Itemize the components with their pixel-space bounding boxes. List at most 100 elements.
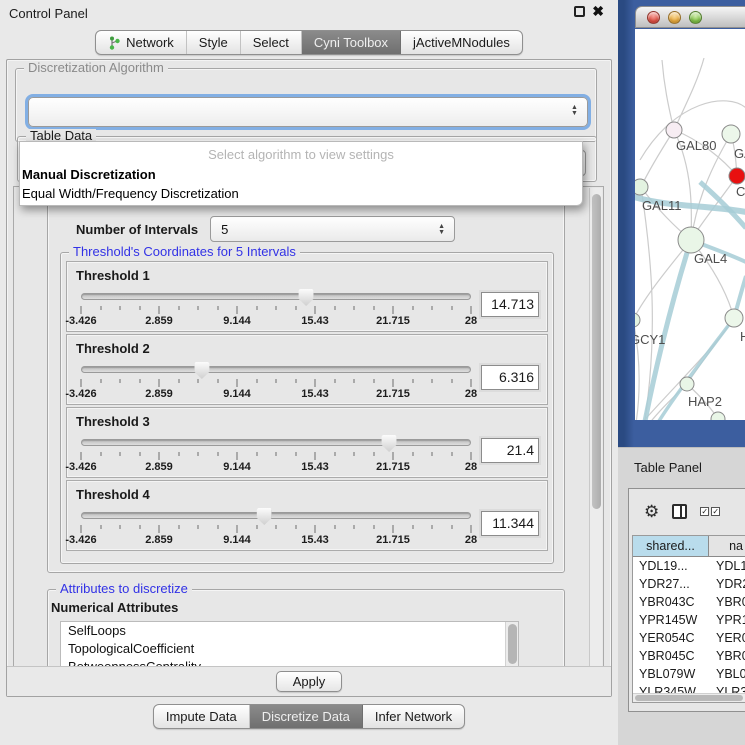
threshold-slider[interactable]: -3.4262.8599.14415.4321.71528	[81, 362, 471, 402]
threshold-label: Threshold 3	[76, 414, 547, 429]
HAP2-node[interactable]	[680, 377, 694, 391]
tick-label: 2.859	[145, 315, 173, 327]
float-window-icon[interactable]	[574, 6, 585, 17]
checkbox-icon[interactable]: ✓	[711, 507, 720, 516]
threshold-slider[interactable]: -3.4262.8599.14415.4321.71528	[81, 289, 471, 329]
right-side: GAL80GACGAL11GAL4GCY1HHAP2 Table Panel ⚙…	[618, 0, 745, 745]
bottom-tab-impute-data[interactable]: Impute Data	[154, 705, 250, 728]
slider-thumb[interactable]	[382, 435, 397, 452]
list-vertical-scrollbar[interactable]	[505, 622, 518, 669]
bottom-tab-infer-network[interactable]: Infer Network	[363, 705, 464, 728]
attribute-list-item[interactable]: SelfLoops	[61, 622, 518, 640]
numerical-attributes-list[interactable]: SelfLoopsTopologicalCoefficientBetweenne…	[60, 621, 519, 669]
threshold-slider[interactable]: -3.4262.8599.14415.4321.71528	[81, 508, 471, 548]
algorithm-popup-item[interactable]: Manual Discretization	[20, 165, 582, 184]
GCY1-node[interactable]	[626, 313, 640, 327]
table-row[interactable]: YLR345WYLR3	[633, 683, 745, 693]
threshold-label: Threshold 1	[76, 268, 547, 283]
network-edge[interactable]	[641, 130, 674, 187]
GAL80-node[interactable]	[666, 122, 682, 138]
tick-mark	[354, 452, 355, 456]
GAL11-node[interactable]	[632, 179, 648, 195]
slider-track[interactable]	[81, 439, 471, 446]
tick-label: 21.715	[376, 534, 410, 546]
tick-mark	[139, 452, 140, 456]
algorithm-popup-item[interactable]: Equal Width/Frequency Discretization	[20, 184, 582, 203]
table-row[interactable]: YER054CYER0	[633, 629, 745, 647]
GAL4-node[interactable]	[678, 227, 704, 253]
bottom-clipped-node[interactable]	[711, 412, 725, 426]
column-header-name[interactable]: na	[709, 536, 745, 556]
tick-mark	[159, 379, 160, 387]
table-row[interactable]: YPR145WYPR1	[633, 611, 745, 629]
numerical-attributes-label: Numerical Attributes	[51, 600, 564, 615]
threshold-value-field[interactable]: 11.344	[481, 511, 539, 536]
gear-icon[interactable]: ⚙	[644, 503, 659, 520]
bottom-tab-discretize-data[interactable]: Discretize Data	[250, 705, 363, 728]
network-edge[interactable]	[662, 60, 674, 130]
attribute-list-item[interactable]: TopologicalCoefficient	[61, 640, 518, 658]
checkbox-icon[interactable]: ✓	[700, 507, 709, 516]
slider-thumb[interactable]	[257, 508, 272, 525]
threshold-value-field[interactable]: 21.4	[481, 438, 539, 463]
clipped-top-right-node[interactable]	[722, 125, 740, 143]
tab-style[interactable]: Style	[187, 31, 241, 54]
tick-mark	[178, 379, 179, 383]
tab-select[interactable]: Select	[241, 31, 302, 54]
threshold-slider[interactable]: -3.4262.8599.14415.4321.71528	[81, 435, 471, 475]
table-row[interactable]: YBR043CYBR0	[633, 593, 745, 611]
table-row[interactable]: YBR045CYBR0	[633, 647, 745, 665]
tick-mark	[178, 306, 179, 310]
table-row[interactable]: YDL19...YDL1	[633, 557, 745, 575]
tick-mark	[139, 379, 140, 383]
algorithm-popup-placeholder: Select algorithm to view settings	[20, 145, 582, 165]
column-header-shared-name[interactable]: shared...	[633, 536, 709, 556]
tick-mark	[81, 379, 82, 387]
columns-icon[interactable]	[672, 504, 687, 519]
slider-track[interactable]	[81, 293, 471, 300]
algorithm-select[interactable]: ▲▼	[28, 97, 588, 127]
red-node[interactable]	[729, 168, 745, 184]
threshold-value-field[interactable]: 14.713	[481, 292, 539, 317]
tick-mark	[276, 452, 277, 456]
settings-vertical-scrollbar[interactable]	[589, 188, 602, 667]
slider-track[interactable]	[81, 512, 471, 519]
table-horizontal-scrollbar[interactable]	[633, 693, 745, 702]
tick-mark	[100, 452, 101, 456]
tick-label: 21.715	[376, 388, 410, 400]
tab-cyni-toolbox[interactable]: Cyni Toolbox	[302, 31, 401, 54]
tick-mark	[451, 525, 452, 529]
close-icon[interactable]: ✖	[592, 6, 604, 17]
H-node[interactable]	[725, 309, 743, 327]
tick-label: 9.144	[223, 315, 251, 327]
tick-mark	[178, 452, 179, 456]
tick-mark	[412, 525, 413, 529]
network-edge[interactable]	[634, 419, 718, 447]
network-edge[interactable]	[633, 240, 691, 320]
scrollbar-thumb[interactable]	[592, 194, 601, 509]
tab-label: Cyni Toolbox	[314, 35, 388, 50]
tick-mark	[81, 525, 82, 533]
tick-mark	[432, 452, 433, 456]
tab-network[interactable]: Network	[96, 31, 187, 54]
tick-label: 28	[465, 534, 477, 546]
tick-mark	[139, 525, 140, 529]
tick-mark	[256, 452, 257, 456]
slider-track[interactable]	[81, 366, 471, 373]
cell-name: YER0	[709, 629, 745, 647]
number-of-intervals-select[interactable]: 5 ▲▼	[210, 216, 455, 242]
slider-ticks	[81, 525, 471, 533]
network-edge[interactable]	[674, 58, 704, 130]
tab-jactivemnodules[interactable]: jActiveMNodules	[401, 31, 522, 54]
tick-label: 21.715	[376, 315, 410, 327]
slider-thumb[interactable]	[299, 289, 314, 306]
scrollbar-thumb[interactable]	[635, 695, 743, 701]
table-row[interactable]: YBL079WYBL0	[633, 665, 745, 683]
apply-button[interactable]: Apply	[276, 671, 342, 692]
table-row[interactable]: YDR27...YDR2	[633, 575, 745, 593]
threshold-value-field[interactable]: 6.316	[481, 365, 539, 390]
slider-thumb[interactable]	[194, 362, 209, 379]
tick-mark	[334, 379, 335, 383]
scrollbar-thumb[interactable]	[508, 624, 517, 664]
discretization-algorithm-group: Discretization Algorithm ▲▼	[15, 68, 597, 142]
